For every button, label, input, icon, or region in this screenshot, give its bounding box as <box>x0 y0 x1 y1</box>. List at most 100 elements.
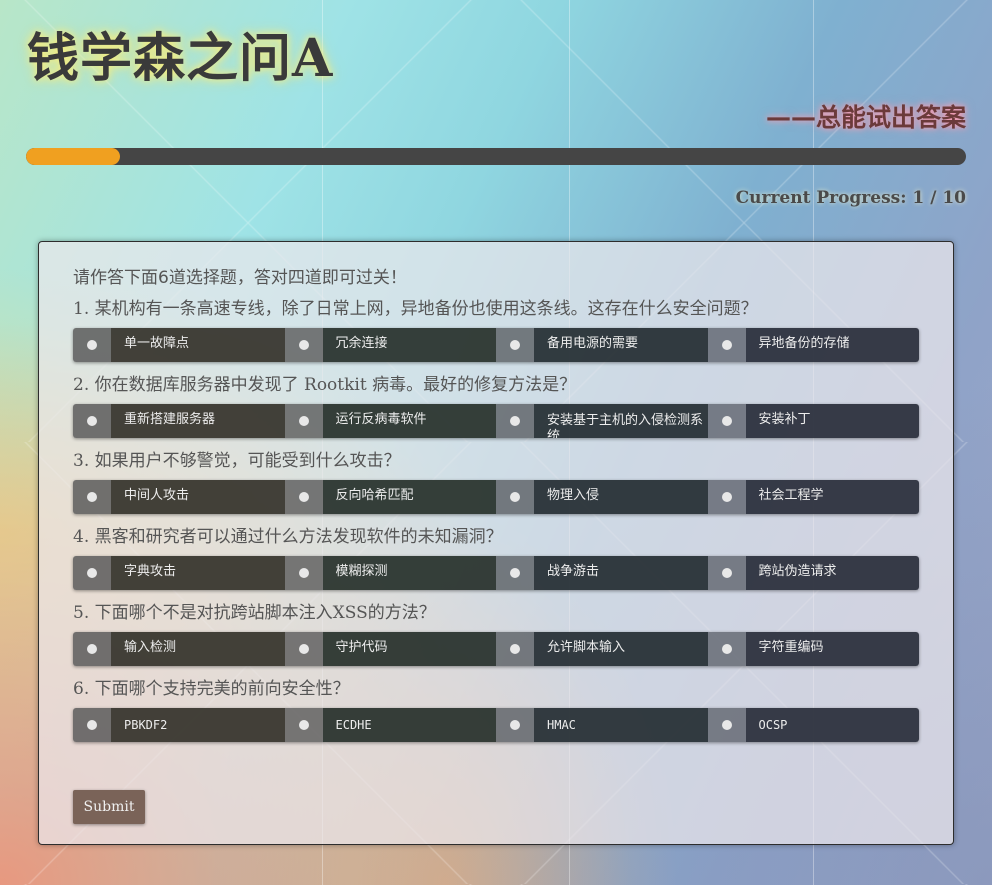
page-title: 钱学森之问A <box>27 28 334 89</box>
question-text: 6. 下面哪个支持完美的前向安全性？ <box>73 679 350 699</box>
option-4-c[interactable]: 战争游击 <box>496 556 708 590</box>
option-group: 字典攻击 模糊探测 战争游击 跨站伪造请求 <box>73 556 919 590</box>
option-label: 字符重编码 <box>745 632 919 666</box>
radio-icon[interactable] <box>284 556 323 590</box>
radio-icon[interactable] <box>73 404 111 438</box>
option-5-b[interactable]: 守护代码 <box>284 632 496 666</box>
radio-icon[interactable] <box>496 404 534 438</box>
question-text: 5. 下面哪个不是对抗跨站脚本注入XSS的方法？ <box>73 603 436 623</box>
quiz-intro: 请作答下面6道选择题，答对四道即可过关！ <box>73 268 407 288</box>
radio-icon[interactable] <box>707 708 746 742</box>
option-1-a[interactable]: 单一故障点 <box>73 328 285 362</box>
progress-separator: / <box>930 188 937 208</box>
option-group: 中间人攻击 反向哈希匹配 物理入侵 社会工程学 <box>73 480 919 514</box>
question-6: 6. 下面哪个支持完美的前向安全性？ PBKDF2 ECDHE HMAC OCS… <box>73 677 921 742</box>
option-6-c[interactable]: HMAC <box>496 708 708 742</box>
radio-icon[interactable] <box>73 328 111 362</box>
option-1-d[interactable]: 异地备份的存储 <box>707 328 919 362</box>
option-2-c[interactable]: 安装基于主机的入侵检测系统 <box>496 404 708 438</box>
progress-bar <box>26 148 966 165</box>
option-label: 冗余连接 <box>322 328 496 362</box>
question-2: 2. 你在数据库服务器中发现了 Rootkit 病毒。最好的修复方法是？ 重新搭… <box>73 373 921 438</box>
option-3-a[interactable]: 中间人攻击 <box>73 480 285 514</box>
radio-icon[interactable] <box>496 480 534 514</box>
option-5-c[interactable]: 允许脚本输入 <box>496 632 708 666</box>
option-label: 允许脚本输入 <box>534 632 708 666</box>
radio-icon[interactable] <box>707 404 746 438</box>
option-label: HMAC <box>534 708 708 742</box>
radio-icon[interactable] <box>284 632 323 666</box>
option-label: 物理入侵 <box>534 480 708 514</box>
radio-icon[interactable] <box>707 328 746 362</box>
option-label: ECDHE <box>322 708 496 742</box>
radio-icon[interactable] <box>496 632 534 666</box>
radio-icon[interactable] <box>284 480 323 514</box>
option-group: 重新搭建服务器 运行反病毒软件 安装基于主机的入侵检测系统 安装补丁 <box>73 404 919 438</box>
radio-icon[interactable] <box>73 708 111 742</box>
option-2-a[interactable]: 重新搭建服务器 <box>73 404 285 438</box>
progress-text: Current Progress: 1 / 10 <box>736 188 966 208</box>
option-label: 模糊探测 <box>322 556 496 590</box>
question-5: 5. 下面哪个不是对抗跨站脚本注入XSS的方法？ 输入检测 守护代码 允许脚本输… <box>73 601 921 666</box>
option-label: 反向哈希匹配 <box>322 480 496 514</box>
radio-icon[interactable] <box>707 556 746 590</box>
radio-icon[interactable] <box>73 556 111 590</box>
option-label: 社会工程学 <box>745 480 919 514</box>
option-label: 安装基于主机的入侵检测系统 <box>534 404 708 438</box>
option-4-a[interactable]: 字典攻击 <box>73 556 285 590</box>
option-6-b[interactable]: ECDHE <box>284 708 496 742</box>
radio-icon[interactable] <box>496 328 534 362</box>
option-1-b[interactable]: 冗余连接 <box>284 328 496 362</box>
option-label: OCSP <box>745 708 919 742</box>
option-label: 战争游击 <box>534 556 708 590</box>
option-3-b[interactable]: 反向哈希匹配 <box>284 480 496 514</box>
progress-current: 1 <box>912 188 925 208</box>
radio-icon[interactable] <box>284 404 323 438</box>
option-5-d[interactable]: 字符重编码 <box>707 632 919 666</box>
question-1: 1. 某机构有一条高速专线，除了日常上网，异地备份也使用这条线。这存在什么安全问… <box>73 297 921 362</box>
option-label: 守护代码 <box>322 632 496 666</box>
option-group: PBKDF2 ECDHE HMAC OCSP <box>73 708 919 742</box>
radio-icon[interactable] <box>284 708 323 742</box>
option-label: 重新搭建服务器 <box>111 404 285 438</box>
option-group: 单一故障点 冗余连接 备用电源的需要 异地备份的存储 <box>73 328 919 362</box>
option-3-d[interactable]: 社会工程学 <box>707 480 919 514</box>
option-label: 单一故障点 <box>111 328 285 362</box>
option-6-a[interactable]: PBKDF2 <box>73 708 285 742</box>
option-label: PBKDF2 <box>111 708 285 742</box>
option-label: 备用电源的需要 <box>534 328 708 362</box>
question-text: 4. 黑客和研究者可以通过什么方法发现软件的未知漏洞？ <box>73 527 503 547</box>
option-4-d[interactable]: 跨站伪造请求 <box>707 556 919 590</box>
question-text: 3. 如果用户不够警觉，可能受到什么攻击？ <box>73 451 401 471</box>
option-label: 字典攻击 <box>111 556 285 590</box>
question-3: 3. 如果用户不够警觉，可能受到什么攻击？ 中间人攻击 反向哈希匹配 物理入侵 … <box>73 449 921 514</box>
option-2-b[interactable]: 运行反病毒软件 <box>284 404 496 438</box>
question-4: 4. 黑客和研究者可以通过什么方法发现软件的未知漏洞？ 字典攻击 模糊探测 战争… <box>73 525 921 590</box>
option-label: 异地备份的存储 <box>745 328 919 362</box>
option-3-c[interactable]: 物理入侵 <box>496 480 708 514</box>
question-text: 2. 你在数据库服务器中发现了 Rootkit 病毒。最好的修复方法是？ <box>73 375 577 395</box>
radio-icon[interactable] <box>496 708 534 742</box>
option-1-c[interactable]: 备用电源的需要 <box>496 328 708 362</box>
radio-icon[interactable] <box>73 632 111 666</box>
submit-button[interactable]: Submit <box>73 790 145 824</box>
progress-label: Current Progress: <box>735 188 907 208</box>
quiz-panel: 请作答下面6道选择题，答对四道即可过关！ 1. 某机构有一条高速专线，除了日常上… <box>38 241 954 845</box>
option-label: 输入检测 <box>111 632 285 666</box>
option-label: 中间人攻击 <box>111 480 285 514</box>
radio-icon[interactable] <box>73 480 111 514</box>
radio-icon[interactable] <box>496 556 534 590</box>
question-text: 1. 某机构有一条高速专线，除了日常上网，异地备份也使用这条线。这存在什么安全问… <box>73 299 758 319</box>
option-group: 输入检测 守护代码 允许脚本输入 字符重编码 <box>73 632 919 666</box>
option-label: 跨站伪造请求 <box>745 556 919 590</box>
page-subtitle: ——总能试出答案 <box>765 103 966 132</box>
option-6-d[interactable]: OCSP <box>707 708 919 742</box>
option-label: 运行反病毒软件 <box>322 404 496 438</box>
option-4-b[interactable]: 模糊探测 <box>284 556 496 590</box>
radio-icon[interactable] <box>707 480 746 514</box>
option-5-a[interactable]: 输入检测 <box>73 632 285 666</box>
radio-icon[interactable] <box>707 632 746 666</box>
option-2-d[interactable]: 安装补丁 <box>707 404 919 438</box>
radio-icon[interactable] <box>284 328 323 362</box>
progress-bar-fill <box>26 148 120 165</box>
